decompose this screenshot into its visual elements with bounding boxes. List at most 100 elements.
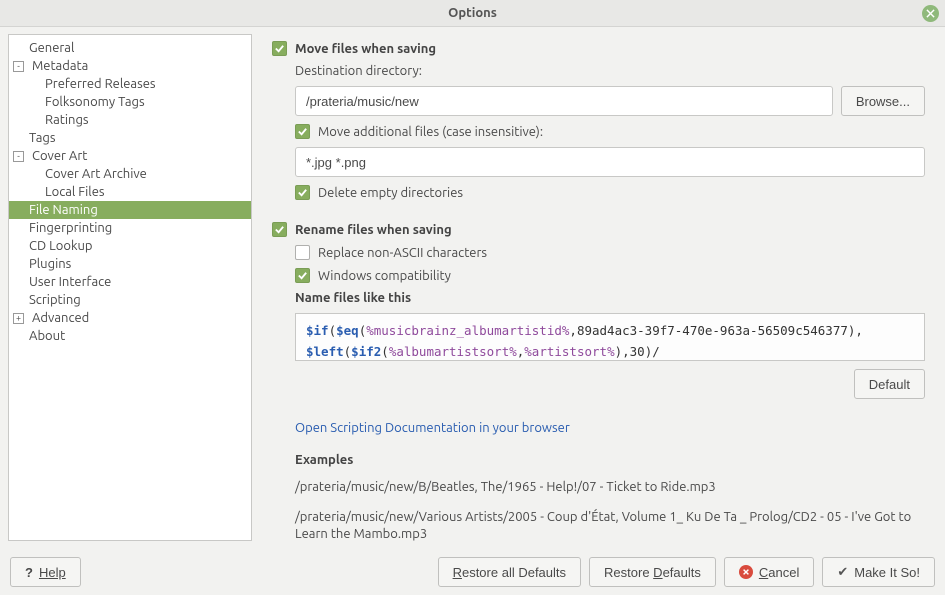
restore-all-label: Restore all Defaults bbox=[453, 565, 566, 580]
browse-button[interactable]: Browse... bbox=[841, 86, 925, 116]
tree-item-label: Ratings bbox=[45, 113, 89, 127]
examples-label: Examples bbox=[295, 453, 925, 467]
window-title: Options bbox=[448, 6, 497, 20]
check-icon: ✔ bbox=[837, 564, 848, 580]
code-token: ,89ad4ac3-39f7-470e-963a-56509c546377) bbox=[569, 323, 855, 338]
code-token: ( bbox=[381, 344, 389, 359]
move-files-checkbox-row[interactable]: Move files when saving bbox=[272, 41, 925, 56]
code-token: $eq bbox=[336, 323, 359, 338]
make-it-so-button[interactable]: ✔ Make It So! bbox=[822, 557, 935, 587]
move-files-label: Move files when saving bbox=[295, 42, 436, 56]
tree-item-cover-art-archive[interactable]: Cover Art Archive bbox=[9, 165, 251, 183]
move-files-checkbox[interactable] bbox=[272, 41, 287, 56]
code-token: $if bbox=[306, 323, 329, 338]
tree-item-label: Local Files bbox=[45, 185, 105, 199]
code-token: %artistsort% bbox=[524, 344, 614, 359]
tree-item-label: Tags bbox=[29, 131, 56, 145]
scripting-doc-link[interactable]: Open Scripting Documentation in your bro… bbox=[295, 421, 925, 435]
replace-non-ascii-label: Replace non-ASCII characters bbox=[318, 246, 487, 260]
close-icon bbox=[926, 9, 935, 18]
check-icon bbox=[274, 43, 285, 54]
tree-item-metadata[interactable]: -Metadata bbox=[9, 57, 251, 75]
tree-item-label: General bbox=[29, 41, 74, 55]
rename-files-checkbox[interactable] bbox=[272, 222, 287, 237]
tree-item-plugins[interactable]: Plugins bbox=[9, 255, 251, 273]
close-button[interactable] bbox=[922, 5, 939, 22]
delete-empty-checkbox[interactable] bbox=[295, 185, 310, 200]
tree-item-label: Preferred Releases bbox=[45, 77, 156, 91]
tree-item-label: About bbox=[29, 329, 65, 343]
cancel-label: Cancel bbox=[759, 565, 799, 580]
windows-compat-checkbox[interactable] bbox=[295, 268, 310, 283]
rename-files-label: Rename files when saving bbox=[295, 223, 452, 237]
cancel-icon bbox=[739, 565, 753, 579]
help-label: Help bbox=[39, 565, 66, 580]
tree-item-general[interactable]: General bbox=[9, 39, 251, 57]
tree-item-label: Scripting bbox=[29, 293, 81, 307]
tree-item-label: Folksonomy Tags bbox=[45, 95, 145, 109]
code-token: $left bbox=[306, 344, 344, 359]
expand-icon[interactable]: + bbox=[13, 313, 24, 324]
cancel-button[interactable]: Cancel bbox=[724, 557, 814, 587]
restore-defaults-button[interactable]: Restore Defaults bbox=[589, 557, 716, 587]
titlebar: Options bbox=[0, 0, 945, 27]
replace-non-ascii-checkbox[interactable] bbox=[295, 245, 310, 260]
replace-non-ascii-row[interactable]: Replace non-ASCII characters bbox=[295, 245, 925, 260]
code-token: $if2 bbox=[351, 344, 381, 359]
move-additional-row[interactable]: Move additional files (case insensitive)… bbox=[295, 124, 925, 139]
tree-item-label: User Interface bbox=[29, 275, 111, 289]
move-additional-checkbox[interactable] bbox=[295, 124, 310, 139]
dest-dir-input[interactable] bbox=[295, 86, 833, 116]
restore-label: Restore Defaults bbox=[604, 565, 701, 580]
tree-item-label: Cover Art bbox=[32, 149, 87, 163]
make-it-so-label: Make It So! bbox=[854, 565, 920, 580]
code-token: %musicbrainz_albumartistid% bbox=[366, 323, 569, 338]
example-path-2: /prateria/music/new/Various Artists/2005… bbox=[295, 509, 925, 544]
name-files-label: Name files like this bbox=[295, 291, 925, 305]
tree-item-label: Plugins bbox=[29, 257, 71, 271]
tree-item-advanced[interactable]: + Advanced bbox=[9, 309, 251, 327]
code-token: ( bbox=[329, 323, 337, 338]
check-icon bbox=[297, 270, 308, 281]
tree-item-user-interface[interactable]: User Interface bbox=[9, 273, 251, 291]
tree-item-tags[interactable]: Tags bbox=[9, 129, 251, 147]
windows-compat-label: Windows compatibility bbox=[318, 269, 451, 283]
tree-item-local-files[interactable]: Local Files bbox=[9, 183, 251, 201]
collapse-icon[interactable]: - bbox=[13, 61, 24, 72]
tree-item-ratings[interactable]: Ratings bbox=[9, 111, 251, 129]
check-icon bbox=[297, 126, 308, 137]
dest-dir-label: Destination directory: bbox=[295, 64, 925, 78]
move-additional-label: Move additional files (case insensitive)… bbox=[318, 125, 543, 139]
tree-item-scripting[interactable]: Scripting bbox=[9, 291, 251, 309]
tree-item-label: File Naming bbox=[29, 203, 98, 217]
tree-item-label: Metadata bbox=[32, 59, 88, 73]
delete-empty-label: Delete empty directories bbox=[318, 186, 463, 200]
default-button[interactable]: Default bbox=[854, 369, 925, 399]
tree-item-file-naming[interactable]: File Naming bbox=[9, 201, 251, 219]
move-additional-input[interactable] bbox=[295, 147, 925, 177]
tree-item-preferred-releases[interactable]: Preferred Releases bbox=[9, 75, 251, 93]
delete-empty-row[interactable]: Delete empty directories bbox=[295, 185, 925, 200]
tree-item-label: Cover Art Archive bbox=[45, 167, 147, 181]
tree-item-label: Fingerprinting bbox=[29, 221, 112, 235]
tree-item-folksonomy-tags[interactable]: Folksonomy Tags bbox=[9, 93, 251, 111]
code-token: %albumartistsort% bbox=[389, 344, 517, 359]
naming-script-editor[interactable]: $if($eq(%musicbrainz_albumartistid%,89ad… bbox=[295, 313, 925, 361]
restore-all-defaults-button[interactable]: Restore all Defaults bbox=[438, 557, 581, 587]
collapse-icon[interactable]: - bbox=[13, 151, 24, 162]
help-button[interactable]: ? Help bbox=[10, 557, 81, 587]
content-panel: Move files when saving Destination direc… bbox=[252, 27, 945, 548]
code-token: , bbox=[855, 323, 863, 338]
tree-item-cover-art[interactable]: -Cover Art bbox=[9, 147, 251, 165]
tree-item-cd-lookup[interactable]: CD Lookup bbox=[9, 237, 251, 255]
check-icon bbox=[274, 224, 285, 235]
tree-item-label: Advanced bbox=[32, 311, 89, 325]
example-path-1: /prateria/music/new/B/Beatles, The/1965 … bbox=[295, 479, 925, 497]
tree-item-fingerprinting[interactable]: Fingerprinting bbox=[9, 219, 251, 237]
windows-compat-row[interactable]: Windows compatibility bbox=[295, 268, 925, 283]
tree-item-about[interactable]: About bbox=[9, 327, 251, 345]
options-tree: General-MetadataPreferred ReleasesFolkso… bbox=[8, 34, 252, 541]
dialog-footer: ? Help Restore all Defaults Restore Defa… bbox=[0, 548, 945, 595]
check-icon bbox=[297, 187, 308, 198]
rename-files-row[interactable]: Rename files when saving bbox=[272, 222, 925, 237]
